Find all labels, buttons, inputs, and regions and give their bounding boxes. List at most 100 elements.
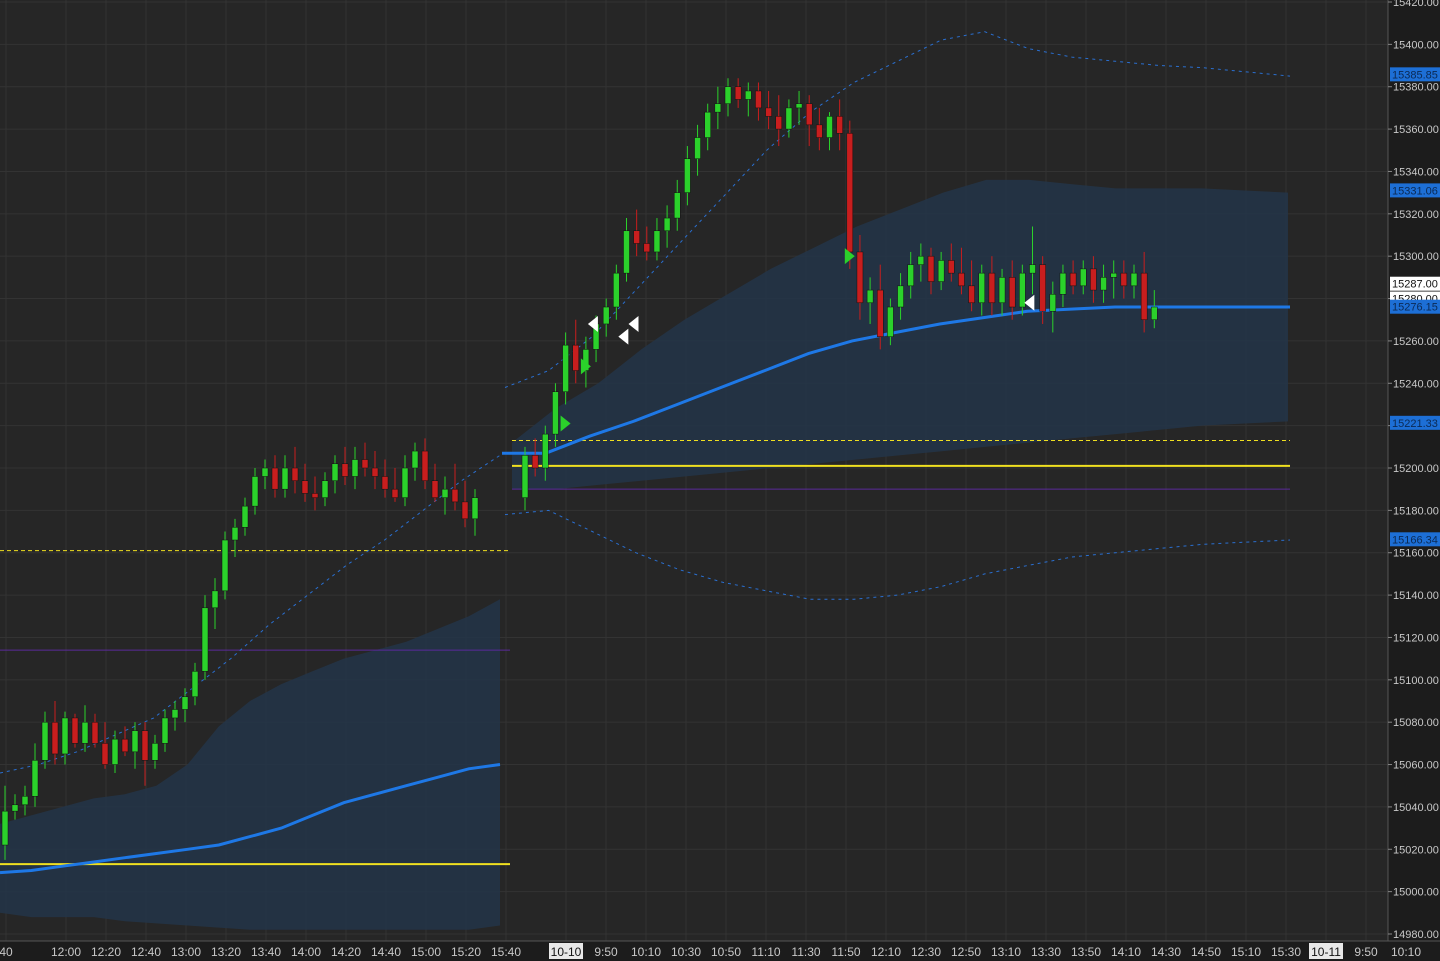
candle-body[interactable] — [1049, 294, 1057, 312]
candle-body[interactable] — [241, 505, 249, 528]
candle-body[interactable] — [917, 255, 925, 265]
candle-body[interactable] — [191, 671, 199, 698]
candle-body[interactable] — [361, 459, 369, 469]
candle-body[interactable] — [1100, 277, 1107, 291]
candle-body[interactable] — [836, 116, 843, 134]
candle-body[interactable] — [441, 488, 449, 498]
candle[interactable] — [846, 120, 854, 269]
candle-body[interactable] — [816, 124, 823, 138]
candle-body[interactable] — [71, 717, 79, 744]
candle-body[interactable] — [421, 450, 429, 481]
candle-body[interactable] — [714, 103, 722, 113]
candle-body[interactable] — [91, 721, 99, 744]
candle-body[interactable] — [633, 230, 640, 244]
candle-body[interactable] — [694, 137, 701, 159]
candle-body[interactable] — [948, 260, 955, 274]
candle-body[interactable] — [401, 467, 409, 498]
candle-body[interactable] — [431, 480, 439, 498]
candle-body[interactable] — [866, 289, 874, 304]
candle-body[interactable] — [795, 103, 803, 109]
candle-body[interactable] — [141, 730, 149, 761]
candle-body[interactable] — [542, 433, 549, 469]
candle-body[interactable] — [663, 217, 671, 232]
candle-body[interactable] — [1008, 277, 1016, 308]
candle-body[interactable] — [1151, 306, 1158, 320]
candle-body[interactable] — [171, 709, 179, 719]
candle-body[interactable] — [653, 230, 661, 253]
candle-body[interactable] — [391, 488, 399, 498]
candle-body[interactable] — [451, 488, 459, 503]
candle-body[interactable] — [602, 306, 610, 325]
candle-body[interactable] — [111, 738, 119, 765]
candle-body[interactable] — [291, 467, 299, 481]
candle-body[interactable] — [765, 107, 772, 117]
candle-body[interactable] — [31, 760, 39, 797]
candle-body[interactable] — [131, 730, 139, 753]
candle-body[interactable] — [704, 111, 711, 138]
candle-body[interactable] — [1090, 268, 1097, 291]
candle-body[interactable] — [623, 230, 630, 274]
candle-body[interactable] — [1029, 264, 1036, 274]
candle-body[interactable] — [988, 272, 996, 304]
candle-body[interactable] — [531, 455, 539, 469]
candle-body[interactable] — [311, 493, 319, 498]
candle-body[interactable] — [1080, 268, 1087, 287]
candle-body[interactable] — [251, 476, 259, 507]
candle-body[interactable] — [151, 743, 159, 761]
candle-body[interactable] — [1110, 272, 1117, 278]
candle-body[interactable] — [927, 255, 935, 282]
candle-body[interactable] — [552, 391, 559, 435]
candle-body[interactable] — [221, 539, 229, 592]
time-axis[interactable]: 40 12:00 12:20 12:40 13:00 13:20 13:40 14:00 14:… — [0, 940, 1440, 961]
candle-body[interactable] — [643, 243, 651, 253]
candle-body[interactable] — [11, 804, 19, 812]
candle-body[interactable] — [978, 272, 985, 304]
candle-body[interactable] — [1039, 264, 1046, 312]
candle-body[interactable] — [371, 467, 379, 477]
candle-body[interactable] — [887, 306, 894, 337]
candle-body[interactable] — [411, 450, 419, 469]
candle-body[interactable] — [877, 289, 884, 337]
candle-body[interactable] — [211, 590, 219, 609]
candle-body[interactable] — [968, 285, 975, 304]
candle-body[interactable] — [937, 260, 945, 282]
candle-body[interactable] — [785, 107, 793, 130]
candle-body[interactable] — [321, 480, 329, 498]
candle-body[interactable] — [341, 463, 349, 477]
candle-body[interactable] — [281, 467, 289, 490]
candle-body[interactable] — [121, 738, 129, 753]
candle-body[interactable] — [471, 497, 479, 520]
candle-body[interactable] — [998, 277, 1006, 304]
candle-body[interactable] — [572, 344, 579, 371]
candle-body[interactable] — [181, 696, 189, 710]
candle-body[interactable] — [562, 344, 569, 392]
candle[interactable] — [71, 713, 79, 748]
candle-body[interactable] — [1, 810, 9, 846]
candle-body[interactable] — [81, 721, 89, 744]
candle-body[interactable] — [775, 116, 782, 130]
candle-body[interactable] — [261, 467, 269, 477]
candle-body[interactable] — [101, 743, 109, 765]
candle-body[interactable] — [21, 796, 29, 806]
candle-body[interactable] — [958, 272, 965, 287]
candle-body[interactable] — [1120, 272, 1128, 287]
candle-body[interactable] — [724, 86, 732, 104]
candle-body[interactable] — [1069, 272, 1077, 287]
candle-body[interactable] — [41, 721, 49, 761]
candle-body[interactable] — [461, 501, 469, 520]
candle[interactable] — [221, 531, 229, 600]
candle-body[interactable] — [856, 251, 864, 304]
candle-body[interactable] — [907, 264, 914, 287]
candle-body[interactable] — [1059, 272, 1067, 295]
price-axis[interactable]: 14980.00 15000.00 15020.00 15040.00 15060.00… — [1387, 0, 1440, 941]
candle-body[interactable] — [734, 86, 742, 100]
candle-body[interactable] — [351, 459, 359, 477]
candle-body[interactable] — [745, 90, 752, 100]
candle-body[interactable] — [826, 116, 833, 138]
candle-body[interactable] — [521, 455, 529, 498]
candle-body[interactable] — [61, 717, 69, 755]
candle-body[interactable] — [674, 192, 681, 219]
candle-body[interactable] — [1140, 272, 1148, 320]
candle[interactable] — [201, 595, 209, 680]
candle-body[interactable] — [755, 90, 762, 109]
